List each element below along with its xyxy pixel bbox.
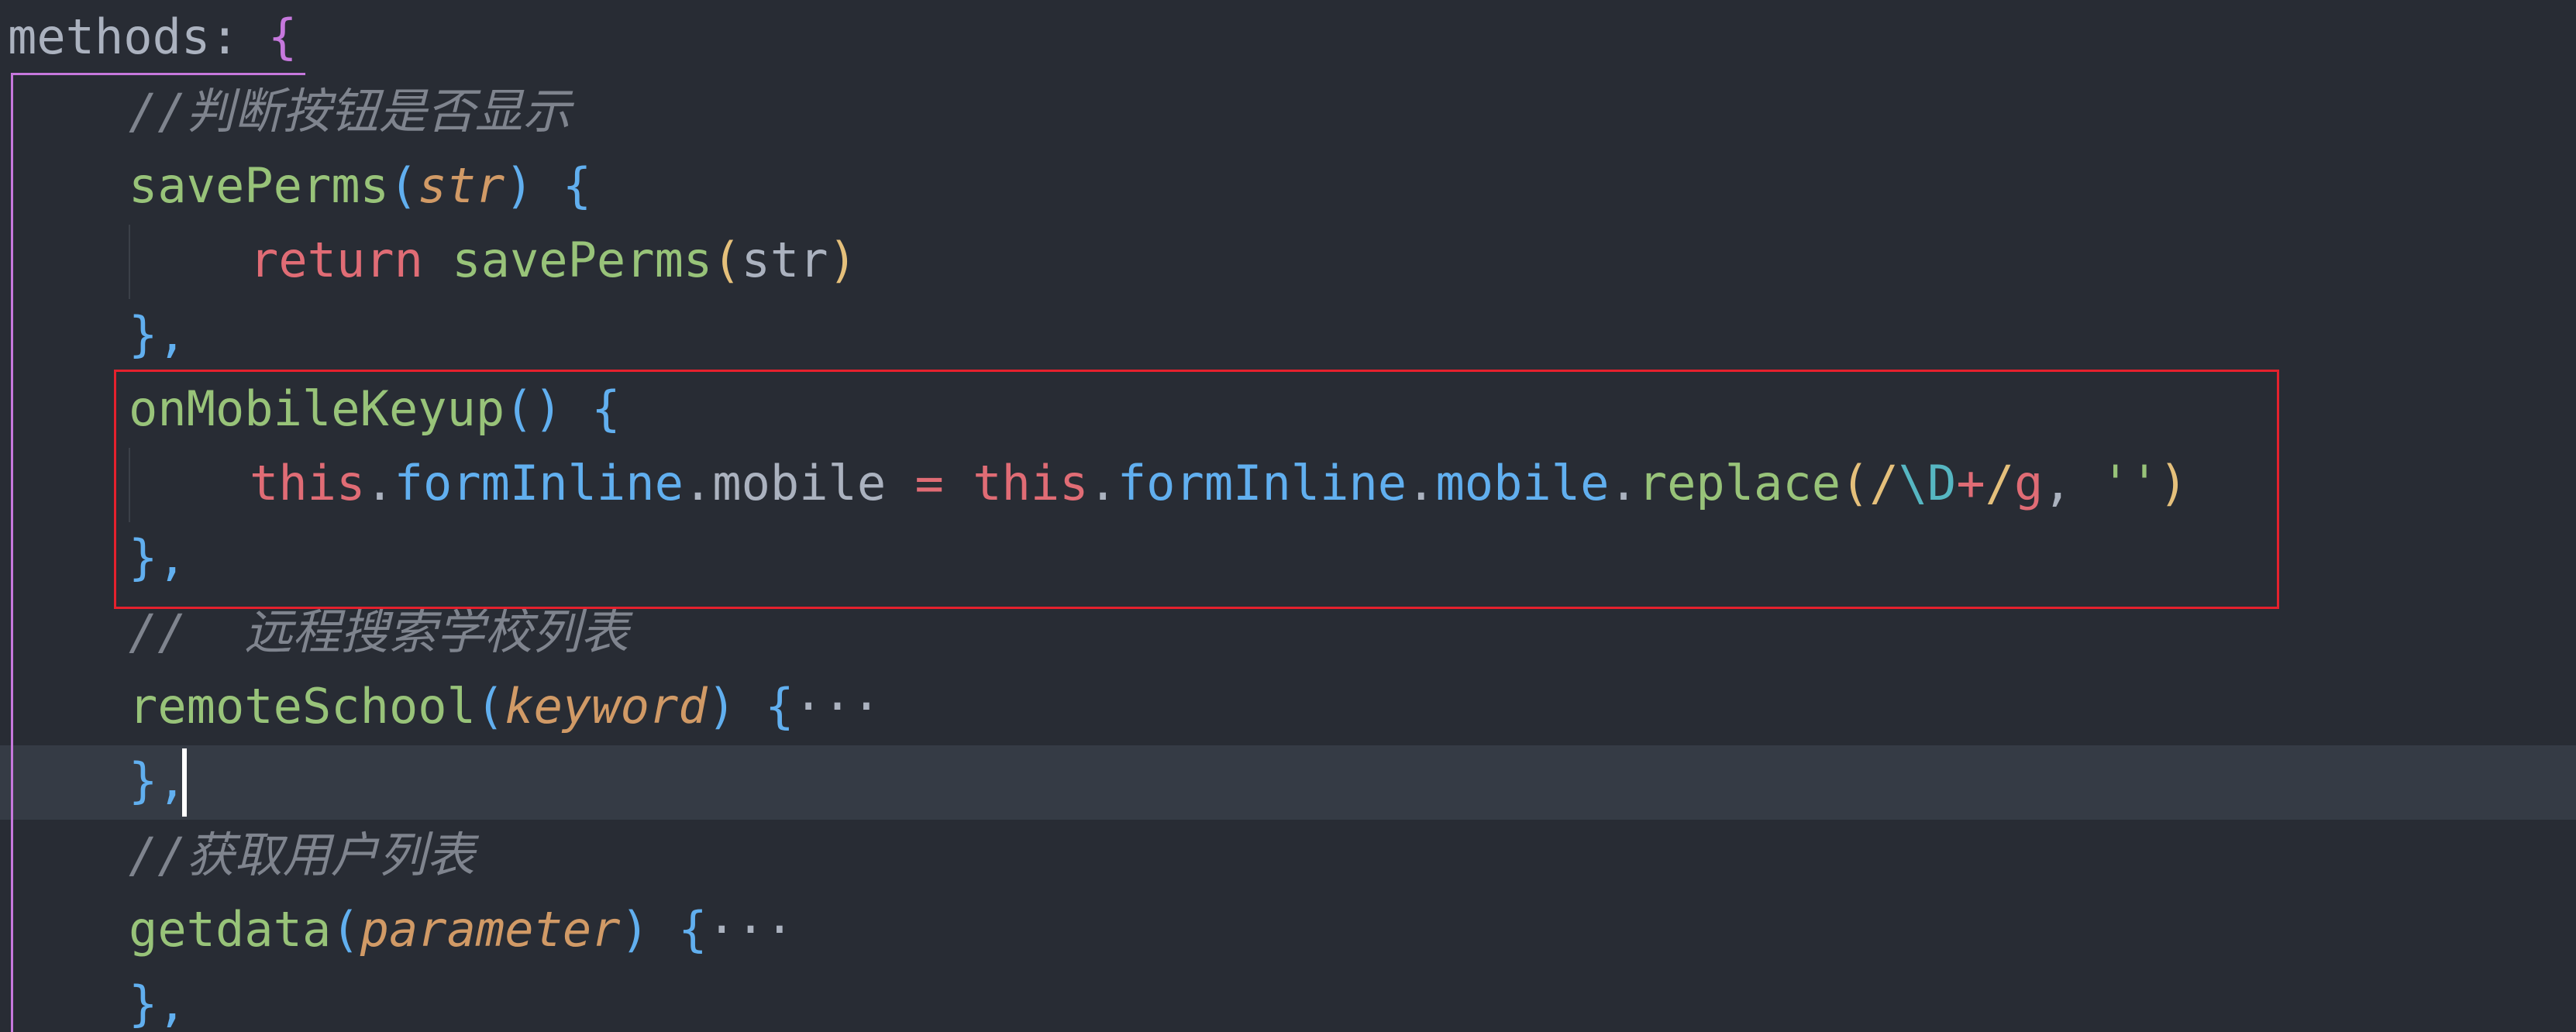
token-arg: str (741, 232, 828, 288)
token-close-brace: }, (129, 752, 187, 809)
comment-get-user-list: //获取用户列表 (129, 827, 475, 883)
token-function-name: getdata (129, 901, 332, 958)
code-line-11: }, (0, 744, 2576, 818)
token-paren-close: ) (620, 901, 649, 958)
text-cursor (182, 748, 187, 817)
token-methods: methods (8, 9, 211, 65)
token-close-brace: }, (129, 975, 187, 1032)
token-paren-close: ) (707, 678, 736, 734)
token-brace: { (533, 157, 592, 214)
folded-code-ellipsis[interactable]: ··· (708, 901, 794, 958)
code-line-5: }, (0, 298, 2576, 372)
token-paren-open: ( (331, 901, 360, 958)
token-function-name: savePerms (129, 157, 389, 214)
token-paren-open: ( (712, 232, 742, 288)
token-param: str (418, 157, 505, 214)
token-param: parameter (360, 901, 621, 958)
token-paren-open: ( (475, 678, 505, 734)
token-param: keyword (505, 678, 708, 734)
token-function-call: savePerms (422, 232, 713, 288)
code-line-13: getdata(parameter) {··· (0, 893, 2576, 967)
token-paren-close: ) (828, 232, 857, 288)
code-editor[interactable]: methods: { //判断按钮是否显示 savePerms(str) { r… (0, 0, 2576, 1032)
annotation-highlight-box (114, 370, 2279, 609)
token-paren-open: ( (388, 157, 418, 214)
token-paren-close: ) (505, 157, 534, 214)
code-line-2: //判断按钮是否显示 (0, 74, 2576, 149)
token-brace: { (735, 678, 794, 734)
code-line-10: remoteSchool(keyword) {··· (0, 669, 2576, 744)
code-line-14: }, (0, 967, 2576, 1032)
folded-code-ellipsis[interactable]: ··· (794, 678, 881, 734)
code-line-12: //获取用户列表 (0, 818, 2576, 893)
code-line-4: return savePerms(str) (0, 223, 2576, 298)
code-line-1: methods: { (0, 0, 2576, 74)
code-line-3: savePerms(str) { (0, 149, 2576, 223)
token-brace: { (267, 9, 298, 65)
token-colon: : (210, 9, 268, 65)
comment-check-button-display: //判断按钮是否显示 (129, 83, 571, 139)
token-function-name: remoteSchool (129, 678, 476, 734)
token-brace: { (649, 901, 708, 958)
token-close-brace: }, (129, 306, 187, 363)
token-return: return (250, 232, 423, 288)
